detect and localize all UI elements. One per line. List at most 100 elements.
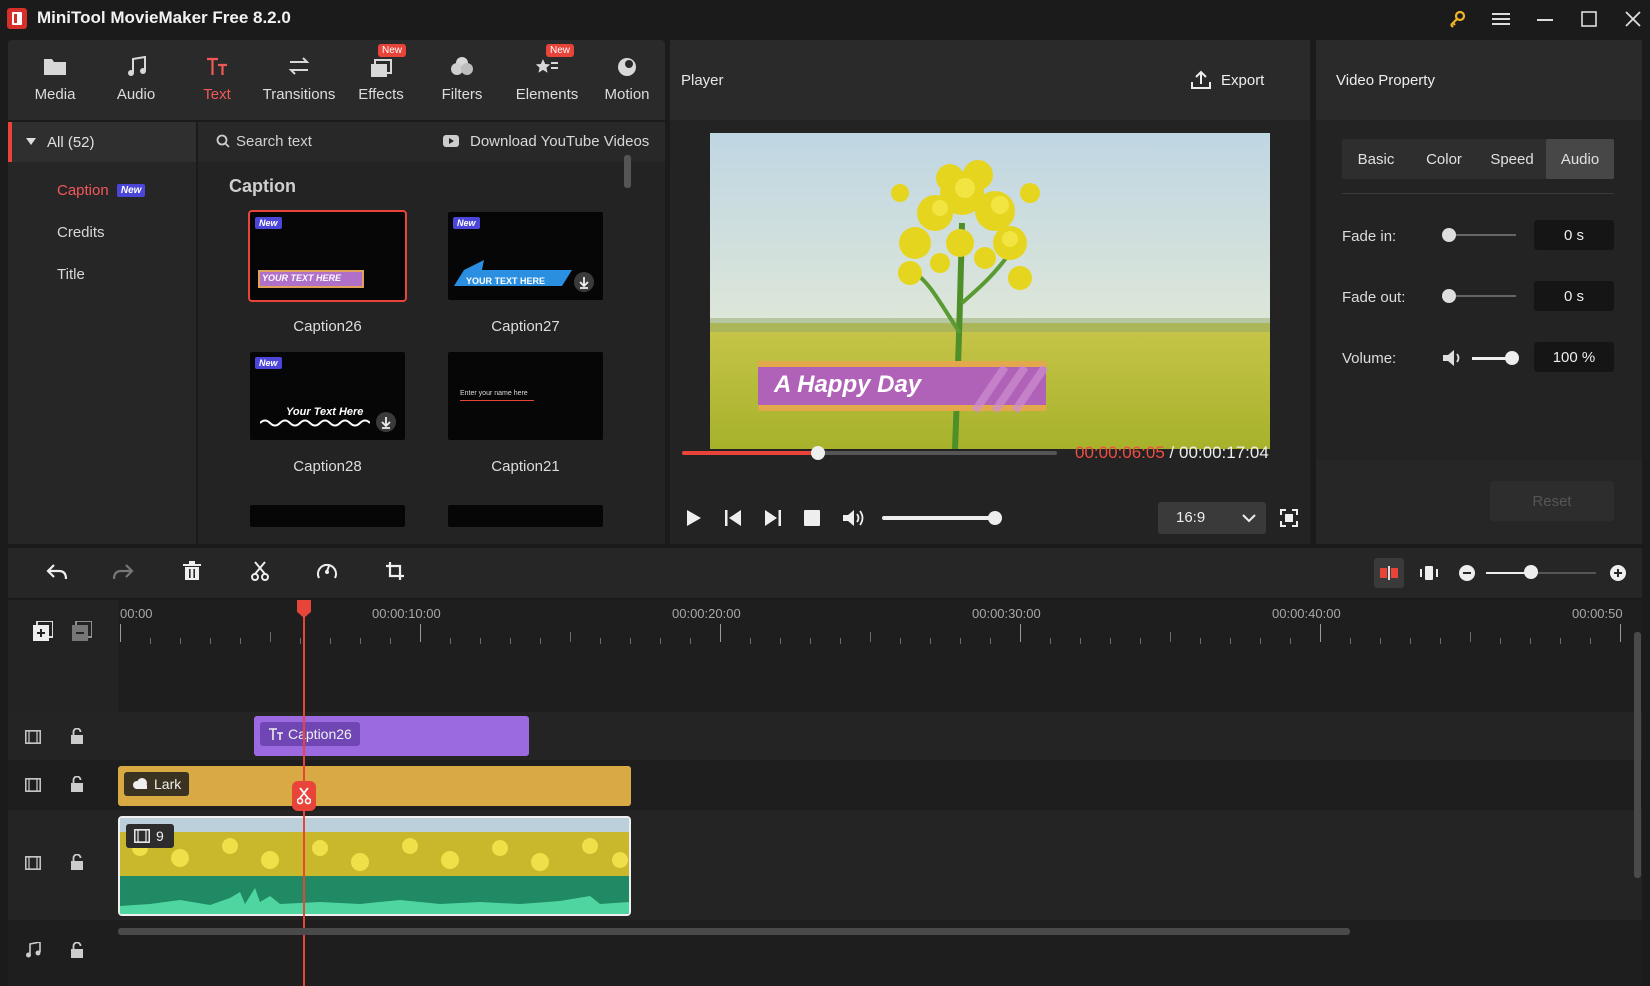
unlock-icon[interactable]	[71, 728, 83, 744]
tab-speed[interactable]: Speed	[1478, 139, 1546, 179]
ruler-tick	[660, 638, 661, 644]
ruler-tick	[120, 624, 121, 642]
video-clip[interactable]: 9	[118, 816, 631, 916]
timeline-vertical-scrollbar[interactable]	[1634, 632, 1641, 878]
ruler-tick	[720, 624, 721, 642]
key-icon[interactable]	[1444, 6, 1470, 32]
ruler-tick	[240, 638, 241, 644]
zoom-in-icon[interactable]	[1610, 565, 1626, 581]
split-scissors-icon[interactable]	[251, 561, 269, 581]
close-icon[interactable]	[1620, 6, 1646, 32]
fade-out-handle[interactable]	[1442, 289, 1456, 303]
toolbar-text[interactable]: Text	[178, 40, 256, 120]
maximize-icon[interactable]	[1576, 6, 1602, 32]
volume-slider[interactable]	[882, 516, 994, 520]
volume-icon[interactable]	[842, 508, 864, 528]
time-ruler[interactable]: 00:00 00:00:10:00 00:00:20:00 00:00:30:0…	[118, 600, 1642, 660]
zoom-out-icon[interactable]	[1459, 565, 1475, 581]
skip-forward-icon[interactable]	[764, 509, 782, 527]
progress-handle[interactable]	[811, 446, 825, 460]
reset-button[interactable]: Reset	[1490, 481, 1614, 521]
category-all[interactable]: All (52)	[8, 122, 196, 162]
toolbar-transitions-label: Transitions	[262, 86, 336, 103]
menu-icon[interactable]	[1488, 6, 1514, 32]
download-icon[interactable]	[376, 412, 396, 432]
tab-basic[interactable]: Basic	[1342, 139, 1410, 179]
redo-icon[interactable]	[112, 563, 134, 581]
export-button[interactable]: Export	[1190, 64, 1264, 96]
effect-clip-label: Lark	[154, 776, 182, 792]
caption-thumb[interactable]: Enter your name here	[448, 352, 603, 440]
toolbar-filters-label: Filters	[441, 86, 483, 103]
video-preview[interactable]: A Happy Day	[710, 133, 1270, 449]
fade-out-slider[interactable]	[1448, 295, 1516, 297]
ruler-tick	[840, 638, 841, 644]
download-youtube-link[interactable]: Download YouTube Videos	[470, 133, 649, 150]
fullscreen-icon[interactable]	[1280, 509, 1298, 527]
toolbar-elements[interactable]: New Elements	[504, 40, 590, 120]
toolbar-audio[interactable]: Audio	[97, 40, 175, 120]
volume-handle[interactable]	[988, 511, 1002, 525]
category-title[interactable]: Title	[57, 266, 85, 283]
library-scrollbar[interactable]	[624, 155, 631, 188]
caption-clip[interactable]: Caption26	[254, 716, 529, 756]
toolbar-transitions[interactable]: Transitions	[259, 40, 339, 120]
skip-back-icon[interactable]	[724, 509, 742, 527]
ruler-tick	[1080, 638, 1081, 644]
film-icon	[134, 829, 150, 843]
minimize-icon[interactable]	[1532, 6, 1558, 32]
ruler-tick	[780, 638, 781, 644]
play-icon[interactable]	[686, 509, 702, 527]
aspect-ratio-select[interactable]: 16:9	[1158, 502, 1266, 534]
ruler-tick	[900, 638, 901, 644]
volume-handle[interactable]	[1505, 351, 1519, 365]
unlock-icon[interactable]	[71, 854, 83, 870]
zoom-handle[interactable]	[1524, 565, 1538, 579]
crop-icon[interactable]	[385, 561, 405, 581]
music-note-icon	[25, 942, 41, 958]
volume-value[interactable]: 100 %	[1534, 342, 1614, 372]
ruler-tick	[1410, 638, 1411, 644]
stop-icon[interactable]	[804, 510, 820, 526]
category-all-label: All (52)	[47, 134, 95, 151]
fade-in-value[interactable]: 0 s	[1534, 220, 1614, 250]
playhead-split-button[interactable]	[292, 781, 316, 811]
fade-in-handle[interactable]	[1442, 228, 1456, 242]
tab-color[interactable]: Color	[1410, 139, 1478, 179]
unlock-icon[interactable]	[71, 776, 83, 792]
effect-clip[interactable]: Lark	[118, 766, 631, 806]
caption-thumb[interactable]: New YOUR TEXT HERE	[248, 210, 407, 302]
category-caption[interactable]: Caption New	[57, 182, 146, 199]
timeline-horizontal-scrollbar[interactable]	[118, 928, 1350, 935]
fade-in-slider[interactable]	[1448, 234, 1516, 236]
search-input[interactable]: Search text	[236, 133, 312, 150]
zoom-slider[interactable]	[1486, 572, 1596, 574]
undo-icon[interactable]	[46, 563, 68, 581]
category-credits[interactable]: Credits	[57, 224, 105, 241]
caption-thumb[interactable]	[448, 505, 603, 527]
remove-track-icon[interactable]	[72, 621, 92, 641]
caption-thumb[interactable]: New Your Text Here	[250, 352, 405, 440]
snap-toggle[interactable]	[1374, 558, 1404, 588]
progress-track[interactable]	[682, 451, 1057, 455]
current-time: 00:00:06:05	[1075, 443, 1165, 462]
add-track-icon[interactable]	[33, 621, 53, 641]
speed-icon[interactable]	[316, 561, 338, 581]
unlock-icon[interactable]	[71, 942, 83, 958]
player-title: Player	[681, 72, 724, 89]
toolbar-motion[interactable]: Motion	[591, 40, 663, 120]
cloud-icon	[132, 778, 148, 790]
delete-icon[interactable]	[183, 561, 201, 581]
tab-audio[interactable]: Audio	[1546, 139, 1614, 179]
download-icon[interactable]	[574, 272, 594, 292]
caption-thumb[interactable]: New YOUR TEXT HERE	[448, 212, 603, 300]
toolbar-media[interactable]: Media	[16, 40, 94, 120]
ruler-tick	[360, 638, 361, 644]
ruler-tick	[390, 638, 391, 644]
toolbar-filters[interactable]: Filters	[423, 40, 501, 120]
caption-thumb[interactable]	[250, 505, 405, 527]
toolbar-effects[interactable]: New Effects	[342, 40, 420, 120]
fade-out-value[interactable]: 0 s	[1534, 281, 1614, 311]
new-badge: New	[546, 44, 575, 57]
fit-timeline-icon[interactable]	[1420, 564, 1438, 582]
